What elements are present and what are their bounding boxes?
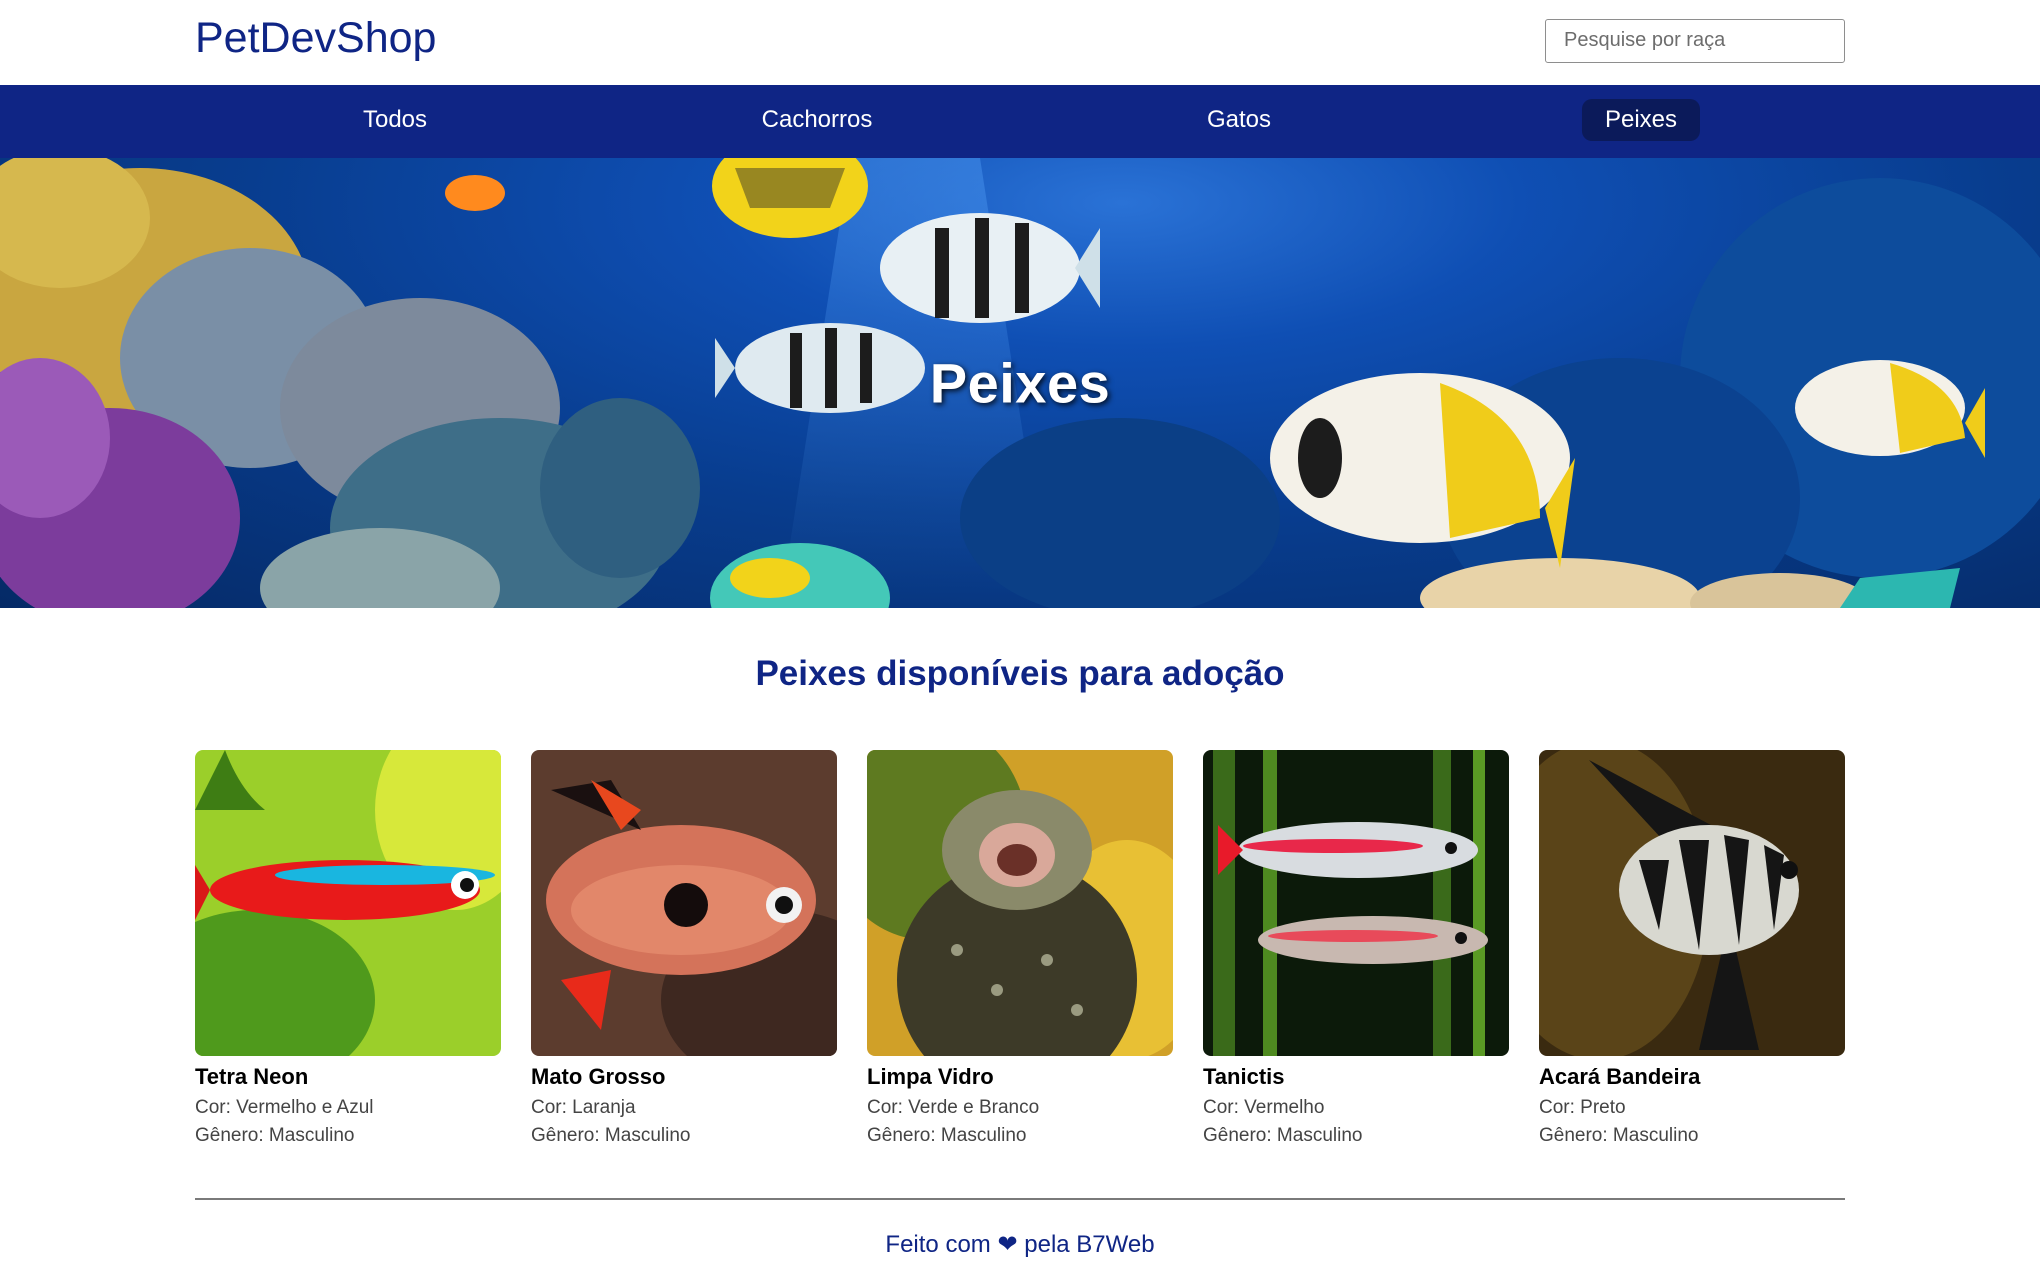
footer: Feito com ❤ pela B7Web [195,1230,1845,1259]
pet-name: Tanictis [1203,1064,1285,1089]
hero-banner: Peixes [0,158,2040,608]
pet-gender: Gênero: Masculino [1203,1125,1363,1146]
pet-photo [1539,750,1845,1056]
pet-card[interactable]: Tanictis Cor: Vermelho Gênero: Masculino [1203,750,1509,1150]
pet-gender: Gênero: Masculino [195,1125,355,1146]
pet-photo [1203,750,1509,1056]
pet-gender: Gênero: Masculino [867,1125,1027,1146]
section-title: Peixes disponíveis para adoção [755,654,1285,693]
nav-bar: Todos Cachorros Gatos Peixes [0,85,2040,158]
pet-color: Cor: Laranja [531,1097,636,1118]
pet-name: Limpa Vidro [867,1064,994,1089]
pet-name: Acará Bandeira [1539,1064,1701,1089]
search-input[interactable] [1545,18,1845,63]
logo[interactable]: PetDevShop [195,14,436,63]
pet-card[interactable]: Limpa Vidro Cor: Verde e Branco Gênero: … [867,750,1173,1150]
main-content: Peixes disponíveis para adoção Tetra Neo… [195,608,1845,1259]
pet-color: Cor: Vermelho [1203,1097,1325,1118]
footer-prefix: Feito com [885,1231,991,1258]
footer-link[interactable]: pela B7Web [1024,1231,1154,1258]
pet-name: Mato Grosso [531,1064,666,1089]
footer-divider [195,1198,1845,1200]
pet-photo [531,750,837,1056]
pet-color: Cor: Verde e Branco [867,1097,1040,1118]
pet-card[interactable]: Tetra Neon Cor: Vermelho e Azul Gênero: … [195,750,501,1150]
nav-item-gatos[interactable]: Gatos [1184,99,1294,141]
banner-title: Peixes [929,351,1111,415]
nav-item-peixes[interactable]: Peixes [1581,99,1701,141]
pet-photo [867,750,1173,1056]
pet-grid: Tetra Neon Cor: Vermelho e Azul Gênero: … [195,750,1845,1150]
pet-gender: Gênero: Masculino [1539,1125,1699,1146]
pet-gender: Gênero: Masculino [531,1125,691,1146]
pet-color: Cor: Preto [1539,1097,1626,1118]
pet-color: Cor: Vermelho e Azul [195,1097,374,1118]
pet-photo [195,750,501,1056]
header: PetDevShop [0,0,2040,85]
heart-icon: ❤ [997,1231,1018,1258]
nav-item-cachorros[interactable]: Cachorros [739,99,896,141]
pet-name: Tetra Neon [195,1064,309,1089]
pet-card[interactable]: Acará Bandeira Cor: Preto Gênero: Mascul… [1539,750,1845,1150]
pet-card[interactable]: Mato Grosso Cor: Laranja Gênero: Masculi… [531,750,837,1150]
nav-item-todos[interactable]: Todos [340,99,450,141]
